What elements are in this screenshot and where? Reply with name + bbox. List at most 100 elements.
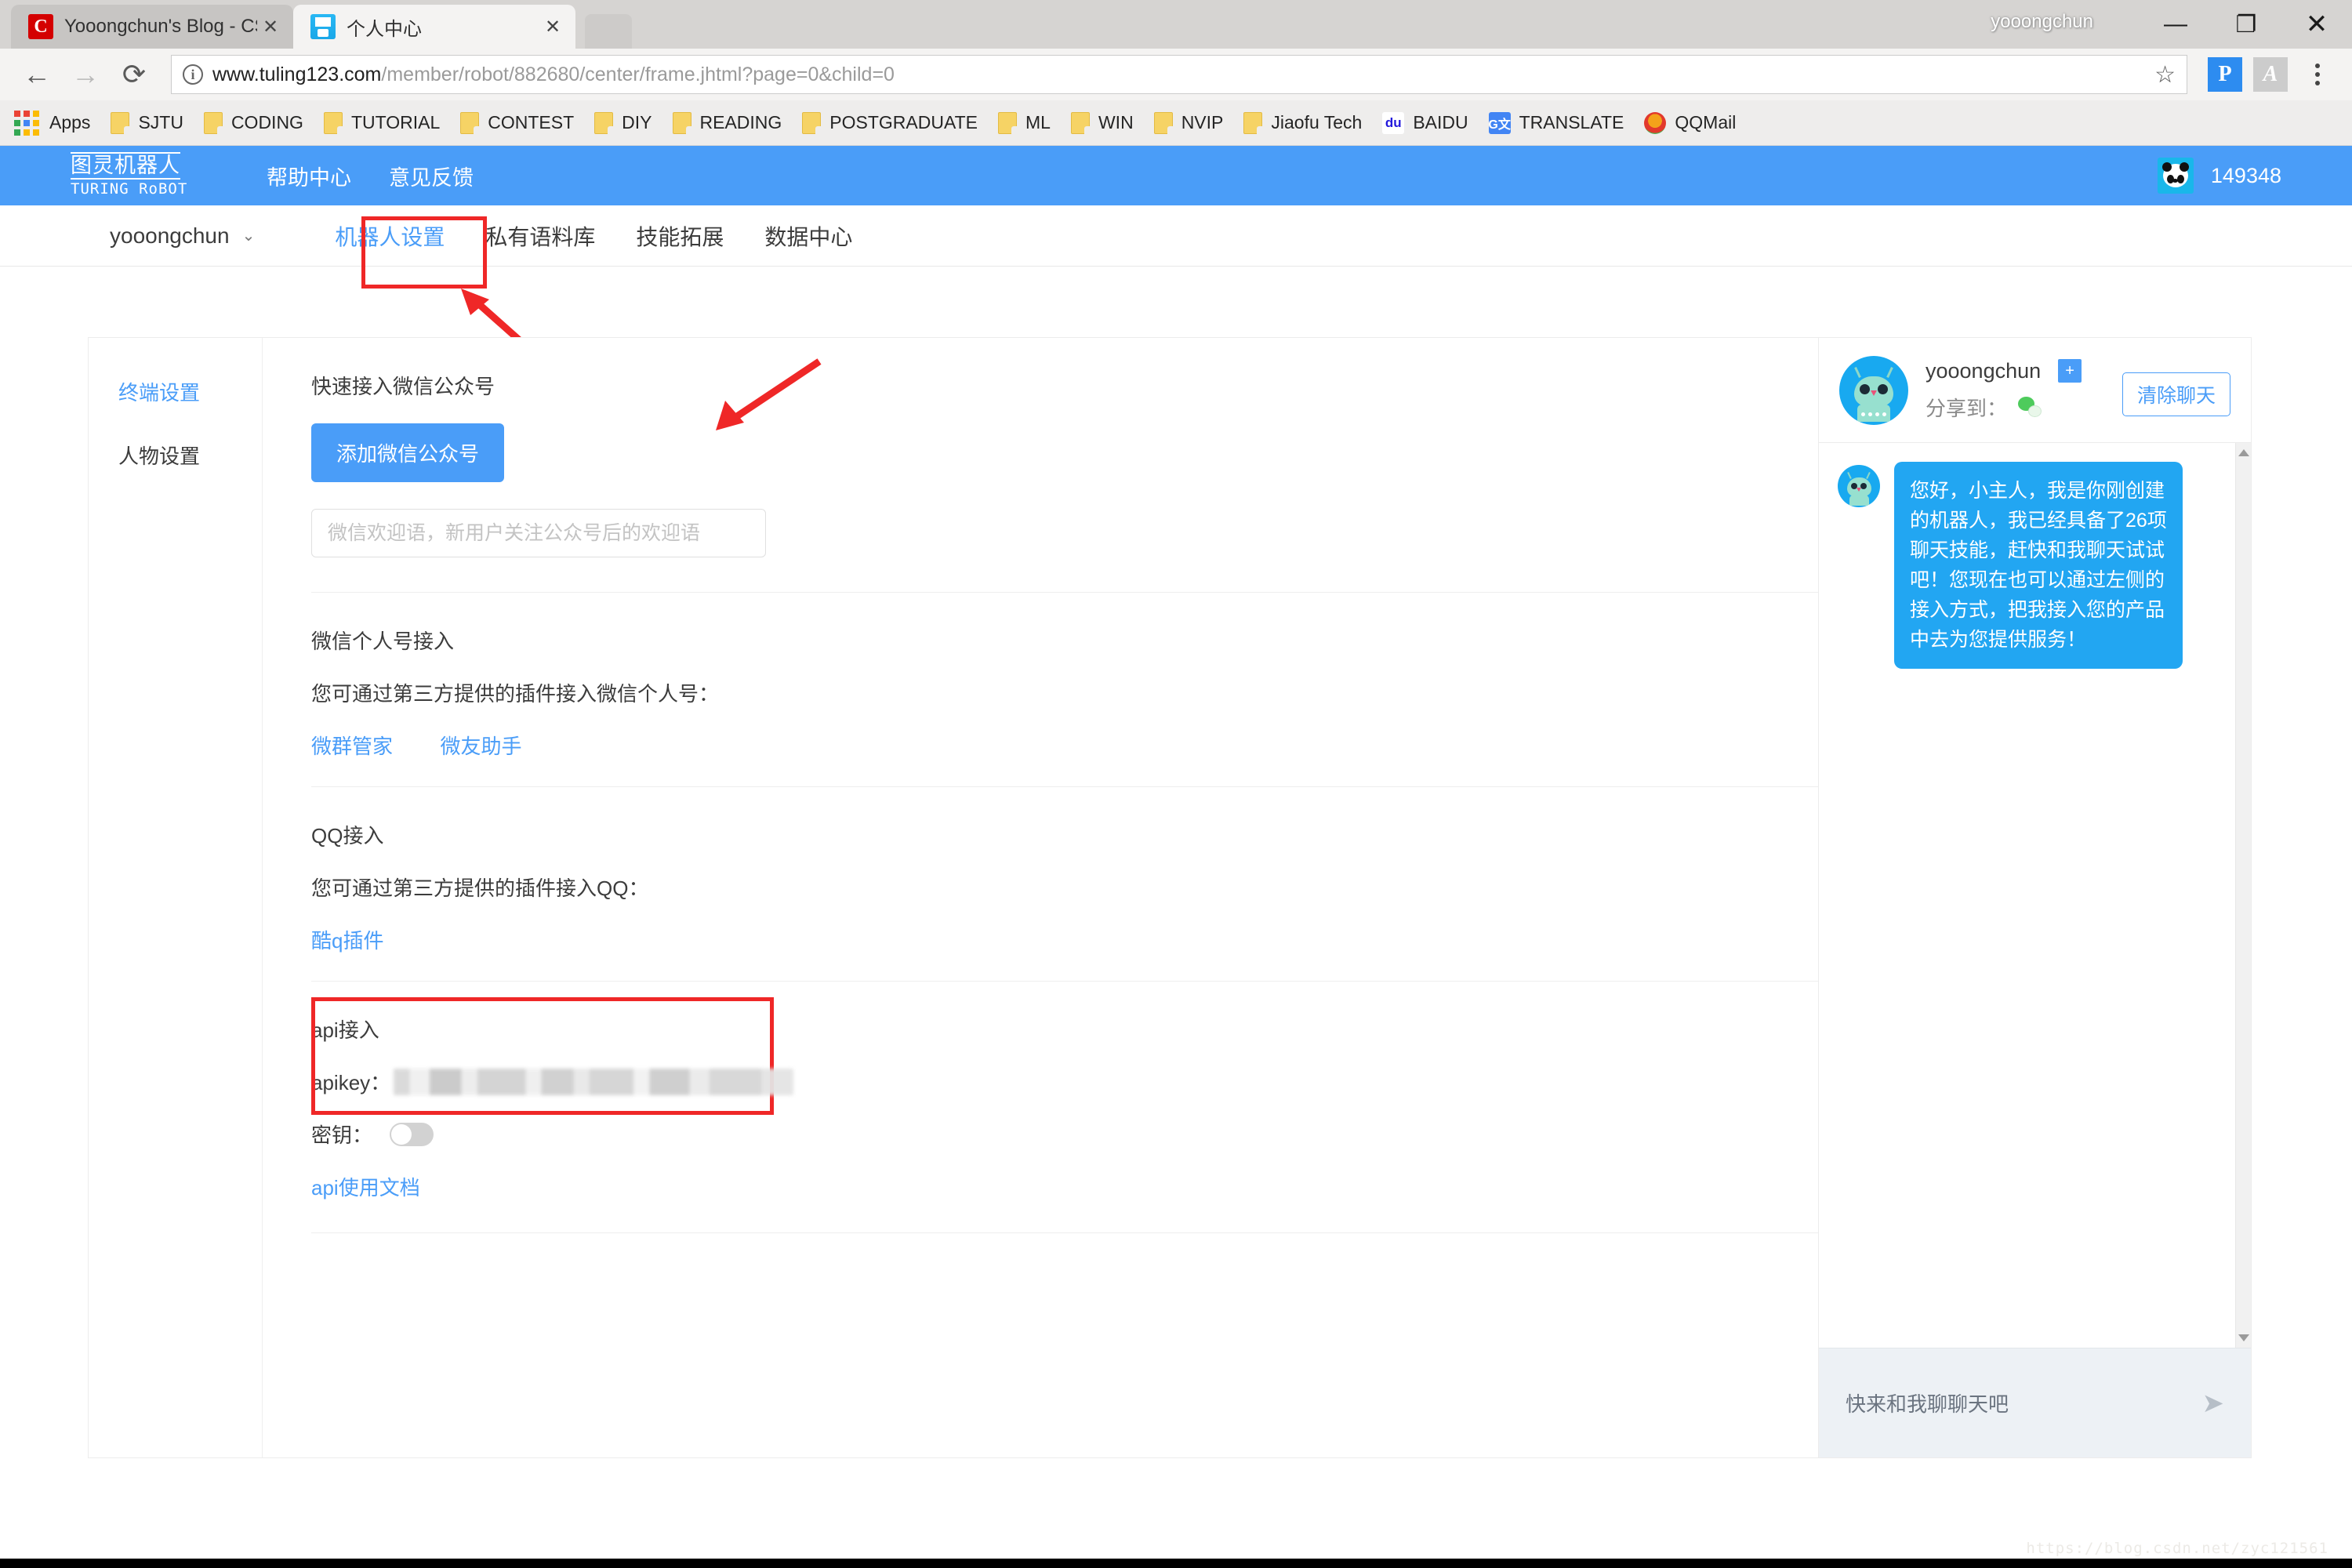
bookmark-qqmail[interactable]: QQMail	[1644, 111, 1736, 134]
chat-bot-name: yooongchun	[1926, 358, 2042, 383]
bookmark-translate[interactable]: G文 TRANSLATE	[1488, 111, 1624, 134]
bookmark-jiaofu-tech[interactable]: Jiaofu Tech	[1243, 111, 1363, 134]
link-kuq-plugin[interactable]: 酷q插件	[311, 929, 383, 953]
folder-icon	[1070, 111, 1090, 134]
section-description: 您可通过第三方提供的插件接入QQ：	[311, 877, 649, 900]
reload-icon[interactable]: ⟳	[110, 50, 158, 99]
add-copy-icon[interactable]: +	[2058, 359, 2082, 383]
bookmark-label: Jiaofu Tech	[1271, 112, 1363, 132]
tab-robot-settings[interactable]: 机器人设置	[314, 220, 465, 252]
folder-icon	[802, 111, 822, 134]
bookmark-baidu[interactable]: du BAIDU	[1382, 111, 1468, 134]
bookmark-nvip[interactable]: NVIP	[1153, 111, 1224, 134]
link-weiyou-zhushou[interactable]: 微友助手	[440, 735, 521, 758]
browser-tab-personal-center[interactable]: 个人中心 ✕	[293, 5, 575, 49]
site-info-icon[interactable]: i	[183, 64, 203, 85]
tab-data-center[interactable]: 数据中心	[744, 220, 873, 252]
window-title: yooongchun	[1991, 11, 2093, 32]
share-label: 分享到：	[1926, 396, 2008, 420]
api-doc-link[interactable]: api使用文档	[311, 1176, 420, 1200]
bookmark-label: SJTU	[138, 112, 183, 132]
section-title: QQ接入	[311, 824, 384, 848]
feedback-link[interactable]: 意见反馈	[389, 161, 474, 191]
pocket-extension-icon[interactable]: P	[2208, 57, 2242, 92]
scroll-up-icon	[2238, 449, 2249, 456]
bookmark-star-icon[interactable]: ☆	[2154, 61, 2176, 89]
browser-tab-blog[interactable]: C Yooongchun's Blog - CSD ✕	[11, 5, 293, 49]
wechat-icon[interactable]	[2018, 397, 2042, 417]
chat-message-row: 您好，小主人，我是你刚创建的机器人，我已经具备了26项聊天技能，赶快和我聊天试试…	[1819, 443, 2251, 669]
sidebar-item-terminal-settings[interactable]: 终端设置	[118, 377, 262, 406]
site-header: 图灵机器人 TURING RoBOT 帮助中心 意见反馈 149348	[0, 146, 2352, 205]
panda-avatar[interactable]	[2157, 158, 2194, 194]
bookmark-coding[interactable]: CODING	[203, 111, 303, 134]
bookmark-diy[interactable]: DIY	[594, 111, 652, 134]
close-icon[interactable]: ✕	[257, 16, 284, 38]
chat-bot-name-row: yooongchun +	[1926, 359, 2082, 383]
folder-icon	[594, 111, 614, 134]
secret-key-toggle[interactable]	[390, 1122, 434, 1146]
header-user-area: 149348	[2157, 158, 2281, 194]
tab-private-corpus[interactable]: 私有语料库	[465, 220, 615, 252]
user-dropdown[interactable]: yooongchun ⌄	[110, 223, 255, 249]
section-api: api接入 apikey： 密钥： api使用文档	[311, 982, 1818, 1233]
chat-meta: yooongchun + 分享到：	[1926, 359, 2082, 422]
close-icon[interactable]: ✕	[539, 16, 566, 38]
section-wechat-mp: 快速接入微信公众号 添加微信公众号	[311, 371, 1818, 593]
tab-skill-extension[interactable]: 技能拓展	[615, 220, 744, 252]
chat-messages: 您好，小主人，我是你刚创建的机器人，我已经具备了26项聊天技能，赶快和我聊天试试…	[1819, 443, 2251, 1348]
add-wechat-mp-button[interactable]: 添加微信公众号	[311, 423, 505, 482]
sidebar-item-persona-settings[interactable]: 人物设置	[118, 441, 262, 470]
bookmark-label: CODING	[230, 112, 303, 132]
window-controls: — ❐ ✕	[2140, 0, 2352, 49]
bookmark-apps[interactable]: Apps	[14, 110, 90, 136]
close-window-icon[interactable]: ✕	[2281, 0, 2352, 49]
folder-icon	[1153, 111, 1173, 134]
back-icon[interactable]: ←	[13, 50, 61, 99]
page-viewport: 图灵机器人 TURING RoBOT 帮助中心 意见反馈 149348 yooo…	[0, 146, 2352, 1568]
bookmark-reading[interactable]: READING	[672, 111, 782, 134]
bookmarks-bar: Apps SJTU CODING TUTORIAL CONTEST DIY RE…	[0, 100, 2352, 146]
chevron-down-icon: ⌄	[241, 227, 256, 245]
bookmark-contest[interactable]: CONTEST	[460, 111, 575, 134]
folder-icon	[998, 111, 1018, 134]
logo-english: TURING RoBOT	[71, 180, 188, 198]
qqmail-icon	[1644, 111, 1667, 134]
pdf-extension-icon[interactable]: A	[2253, 57, 2288, 92]
chat-scrollbar[interactable]	[2235, 443, 2251, 1348]
new-tab-button[interactable]	[585, 14, 632, 49]
help-center-link[interactable]: 帮助中心	[267, 161, 351, 191]
link-wequn-guanjia[interactable]: 微群管家	[311, 735, 393, 758]
bottom-bar	[0, 1559, 2352, 1568]
baidu-icon: du	[1382, 111, 1405, 134]
browser-menu-icon[interactable]	[2296, 64, 2339, 85]
bookmark-label: POSTGRADUATE	[829, 112, 978, 132]
maximize-icon[interactable]: ❐	[2211, 0, 2281, 49]
robot-avatar	[1838, 465, 1880, 507]
user-dropdown-label: yooongchun	[110, 223, 230, 248]
bookmark-sjtu[interactable]: SJTU	[111, 111, 183, 134]
wechat-welcome-input[interactable]	[311, 509, 766, 557]
tab-strip: C Yooongchun's Blog - CSD ✕ 个人中心 ✕ yooon…	[0, 0, 2352, 49]
tab-title: 个人中心	[347, 18, 422, 40]
address-bar[interactable]: i www.tuling123.com/member/robot/882680/…	[171, 55, 2187, 94]
site-logo[interactable]: 图灵机器人 TURING RoBOT	[71, 152, 196, 198]
bookmark-label: NVIP	[1181, 112, 1224, 132]
minimize-icon[interactable]: —	[2140, 0, 2211, 49]
chat-input-area[interactable]: 快来和我聊聊天吧 ➤	[1819, 1348, 2251, 1457]
bookmark-label: CONTEST	[488, 112, 575, 132]
bookmark-ml[interactable]: ML	[998, 111, 1051, 134]
bookmark-win[interactable]: WIN	[1070, 111, 1134, 134]
section-title: 微信个人号接入	[311, 630, 455, 653]
send-icon[interactable]: ➤	[2202, 1388, 2225, 1419]
tuling-icon	[310, 14, 336, 39]
forward-icon[interactable]: →	[61, 50, 110, 99]
scroll-down-icon	[2238, 1334, 2249, 1341]
bookmark-tutorial[interactable]: TUTORIAL	[323, 111, 440, 134]
bookmark-label: ML	[1025, 112, 1051, 132]
chat-panel: yooongchun + 分享到： 清除聊天 您好，小主人，我是你刚创建的机器人…	[1818, 338, 2251, 1457]
robot-avatar	[1839, 355, 1908, 425]
bookmark-postgraduate[interactable]: POSTGRADUATE	[802, 111, 978, 134]
clear-chat-button[interactable]: 清除聊天	[2122, 372, 2230, 416]
header-links: 帮助中心 意见反馈	[267, 161, 474, 191]
